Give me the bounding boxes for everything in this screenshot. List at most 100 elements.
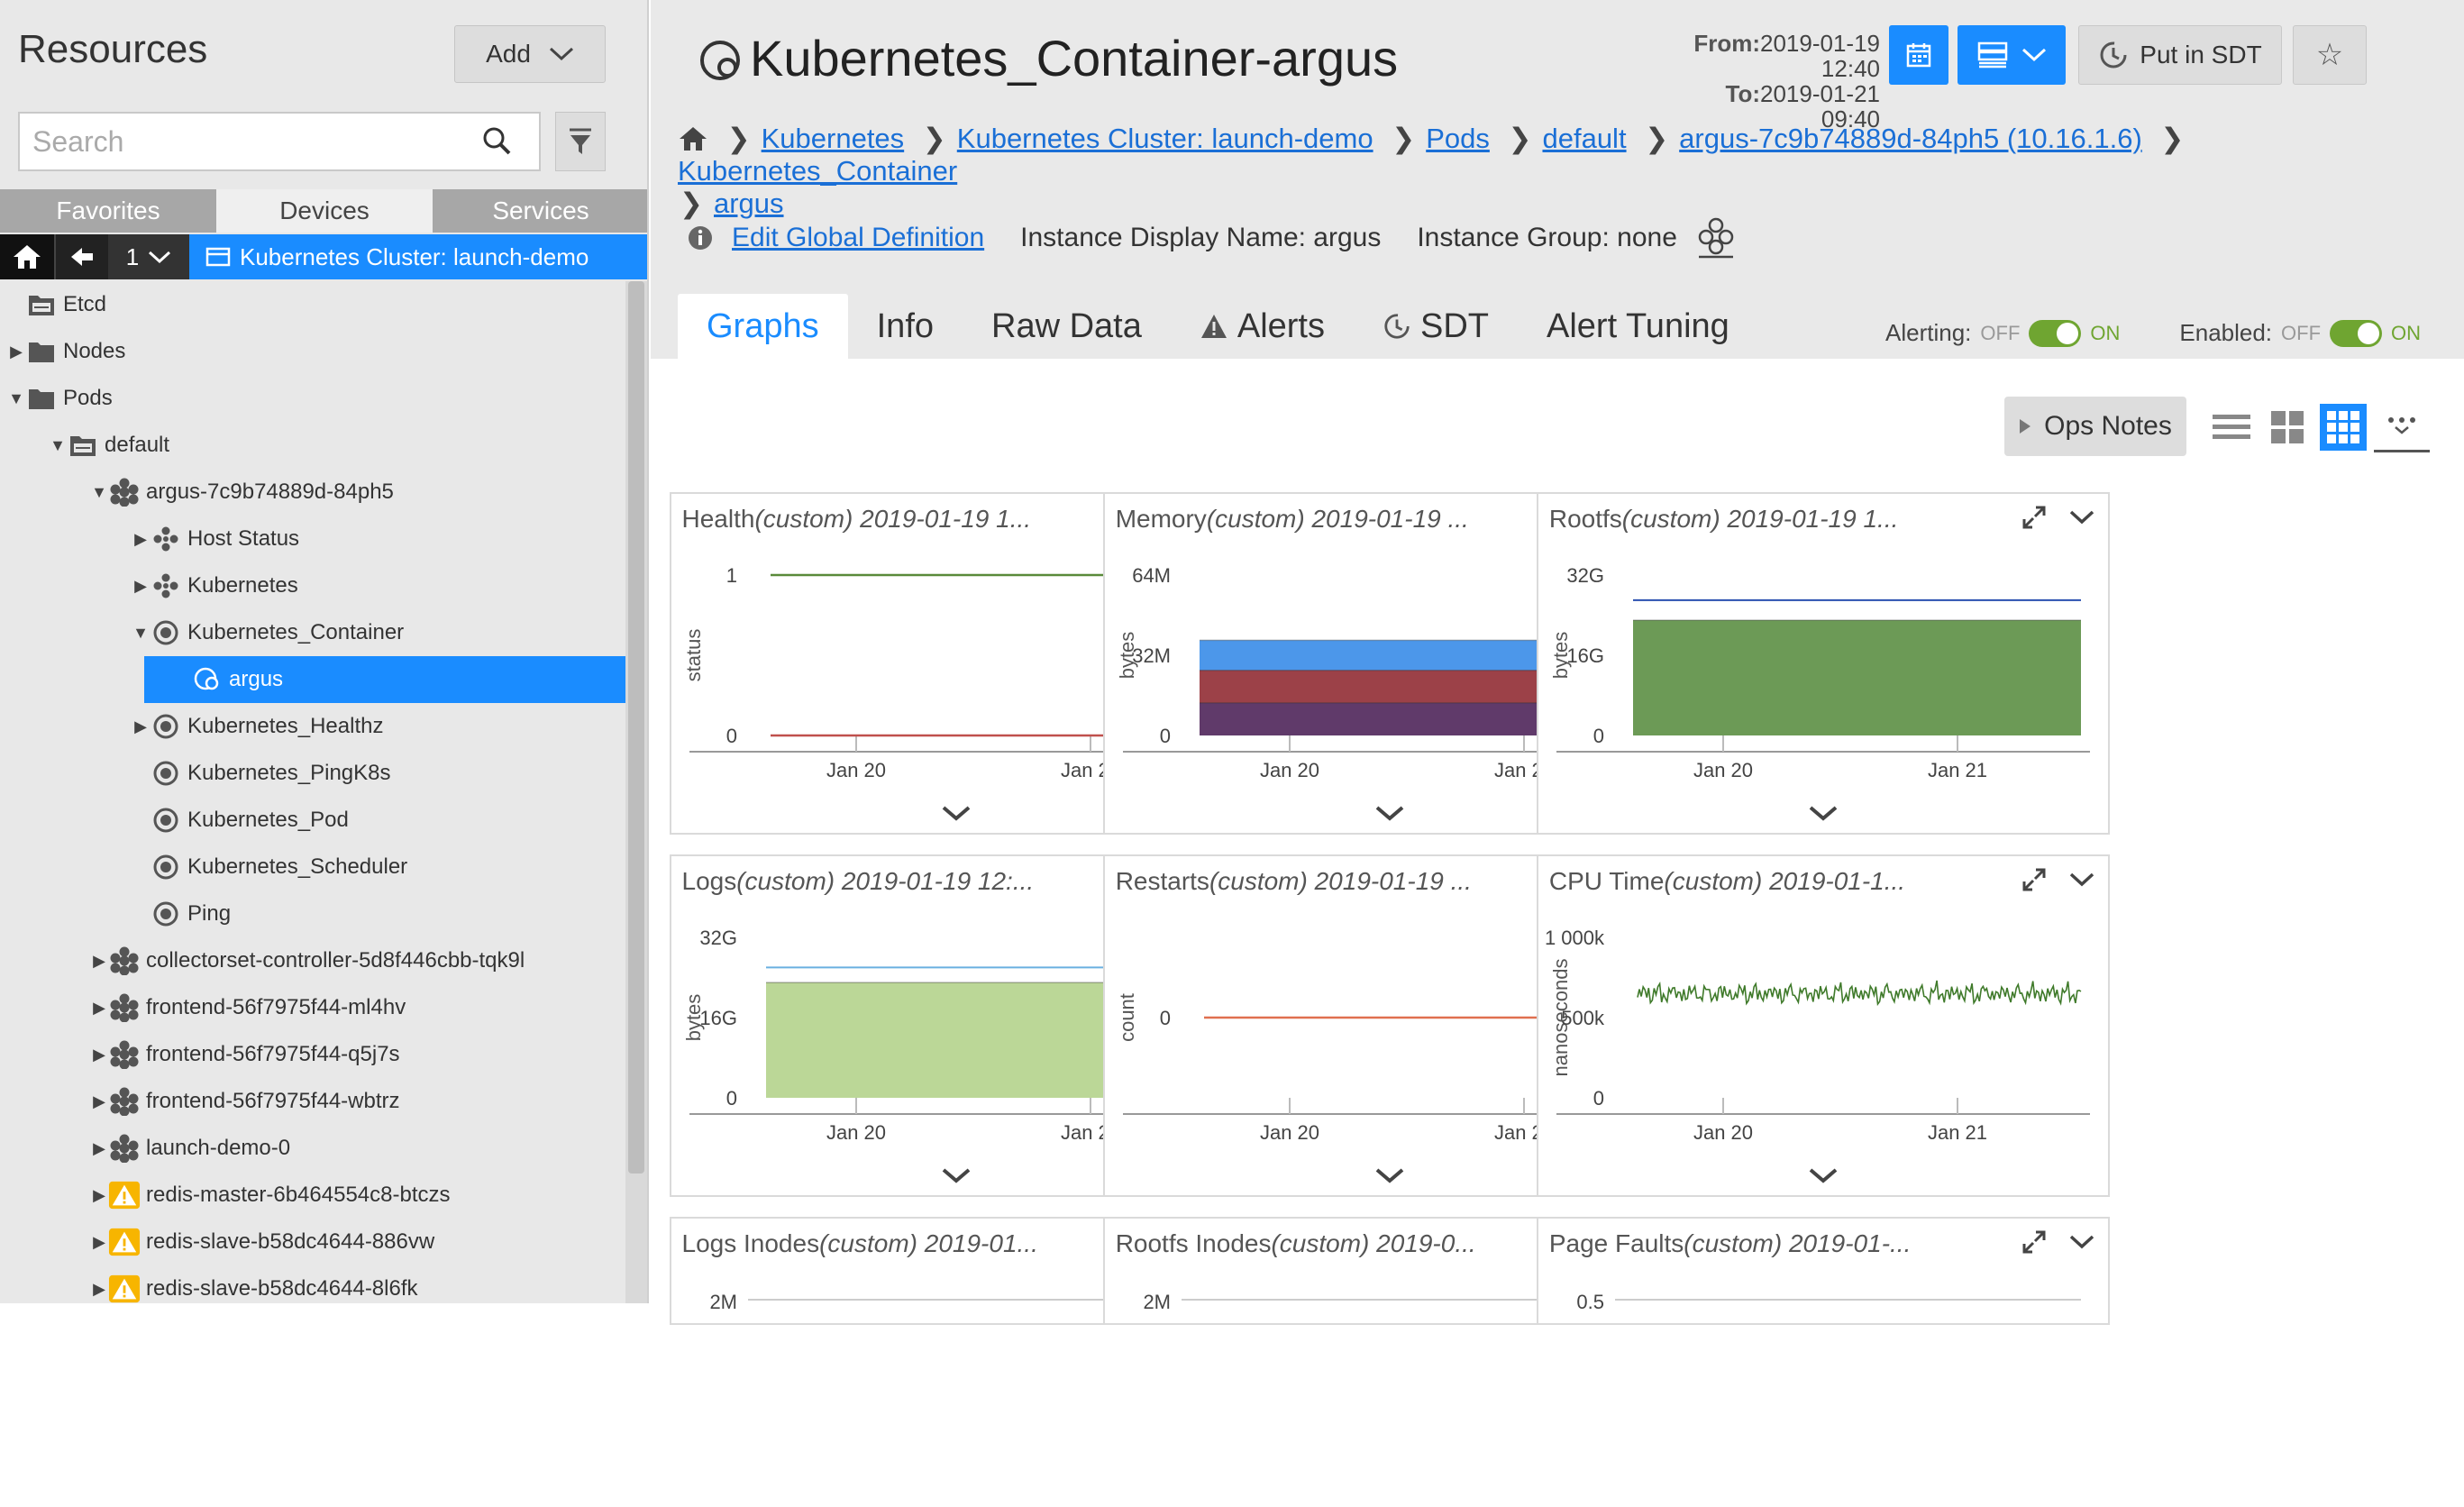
tree-node[interactable]: ▶ launch-demo-0	[0, 1125, 625, 1172]
graph-title-suffix: (custom) 2019-01...	[819, 1229, 1038, 1257]
search-input[interactable]	[20, 114, 479, 169]
tree-node[interactable]: argus	[144, 656, 625, 703]
breadcrumb-datasource[interactable]: Kubernetes_Container	[678, 155, 957, 187]
tab-graphs[interactable]: Graphs	[678, 294, 848, 359]
calendar-button[interactable]	[1889, 25, 1948, 85]
search-icon[interactable]	[479, 123, 516, 160]
caret-right-icon[interactable]: ▶	[132, 516, 150, 562]
instance-group: Instance Group: none	[1417, 223, 1677, 252]
caret-right-icon[interactable]: ▶	[90, 1172, 108, 1219]
tree-node[interactable]: ▼ default	[0, 422, 625, 469]
tree-node[interactable]: ▶ Nodes	[0, 328, 625, 375]
caret-right-icon[interactable]: ▶	[132, 562, 150, 609]
breadcrumb-separator: ❯	[922, 123, 946, 154]
expand-icon[interactable]	[2021, 505, 2047, 530]
y-tick-label: 0	[1593, 725, 1604, 747]
caret-down-icon[interactable]: ▼	[7, 375, 25, 422]
caret-right-icon[interactable]: ▶	[90, 1265, 108, 1303]
level-selector[interactable]: 1	[108, 234, 189, 279]
caret-right-icon[interactable]: ▶	[7, 328, 25, 375]
tab-sdt[interactable]: SDT	[1354, 294, 1518, 359]
put-in-sdt-button[interactable]: Put in SDT	[2078, 25, 2282, 85]
graph-legend-toggle[interactable]	[1538, 1166, 2108, 1184]
breadcrumb-cluster[interactable]: Kubernetes Cluster: launch-demo	[957, 123, 1373, 154]
add-button[interactable]: Add	[454, 25, 606, 83]
ops-notes-button[interactable]: Ops Notes	[2004, 397, 2186, 456]
caret-right-icon[interactable]: ▶	[132, 703, 150, 750]
edit-global-definition-link[interactable]: Edit Global Definition	[732, 223, 984, 253]
tree-node[interactable]: Kubernetes_PingK8s	[0, 750, 625, 797]
tree-node[interactable]: ▼ Pods	[0, 375, 625, 422]
tab-alert-tuning[interactable]: Alert Tuning	[1518, 294, 1758, 359]
y-tick-label: 0	[726, 1087, 736, 1110]
tree-node[interactable]: ▶ redis-master-6b464554c8-btczs	[0, 1172, 625, 1219]
filter-button[interactable]	[555, 112, 606, 171]
tree-node[interactable]: ▼ Kubernetes_Container	[0, 609, 625, 656]
chevron-down-icon[interactable]	[2068, 508, 2095, 526]
tab-devices[interactable]: Devices	[216, 189, 433, 233]
tree-node[interactable]: ▶ redis-slave-b58dc4644-886vw	[0, 1219, 625, 1265]
tree-node[interactable]: ▶ frontend-56f7975f44-wbtrz	[0, 1078, 625, 1125]
warning-icon	[108, 1274, 141, 1303]
instance-tabs: Graphs Info Raw Data Alerts SDT Alert Tu…	[678, 294, 1758, 359]
tree-node[interactable]: ▶ frontend-56f7975f44-ml4hv	[0, 984, 625, 1031]
instance-group-icon[interactable]	[1693, 215, 1738, 260]
tree-node[interactable]: ▶ Kubernetes_Healthz	[0, 703, 625, 750]
tree-node[interactable]: ▶ frontend-56f7975f44-q5j7s	[0, 1031, 625, 1078]
breadcrumb-kubernetes[interactable]: Kubernetes	[762, 123, 905, 154]
tree-node[interactable]: ▼ argus-7c9b74889d-84ph5	[0, 469, 625, 516]
caret-right-icon[interactable]: ▶	[90, 1125, 108, 1172]
breadcrumb-default[interactable]: default	[1542, 123, 1626, 154]
caret-right-icon[interactable]: ▶	[90, 984, 108, 1031]
current-group-path[interactable]: Kubernetes Cluster: launch-demo	[189, 234, 589, 279]
search-box	[18, 112, 541, 171]
chevron-down-icon[interactable]	[2068, 871, 2095, 889]
back-button[interactable]	[54, 234, 108, 279]
caret-down-icon[interactable]: ▼	[90, 469, 108, 516]
tab-graphs-label: Graphs	[707, 306, 819, 345]
tab-favorites[interactable]: Favorites	[0, 189, 216, 233]
tree-node[interactable]: Ping	[0, 890, 625, 937]
tree-node[interactable]: Kubernetes_Scheduler	[0, 844, 625, 890]
graph-legend-toggle[interactable]	[1538, 804, 2108, 822]
alerting-toggle[interactable]	[2029, 319, 2082, 347]
expand-icon[interactable]	[2021, 1229, 2047, 1255]
chevron-down-icon[interactable]	[2068, 1233, 2095, 1251]
caret-right-icon[interactable]: ▶	[90, 1219, 108, 1265]
x-tick-label: Jan 20	[826, 759, 885, 781]
from-value: 2019-01-19 12:40	[1760, 30, 1880, 82]
tab-raw-data[interactable]: Raw Data	[963, 294, 1171, 359]
enabled-toggle[interactable]	[2330, 319, 2383, 347]
grid-2-layout-button[interactable]	[2264, 404, 2311, 451]
tab-alerts[interactable]: Alerts	[1171, 294, 1354, 359]
caret-right-icon[interactable]: ▶	[90, 937, 108, 984]
favorite-button[interactable]: ☆	[2293, 25, 2367, 85]
x-tick-label: Jan 20	[1260, 759, 1319, 781]
tab-services[interactable]: Services	[433, 189, 647, 233]
grid-3-icon	[2327, 411, 2359, 443]
sidebar-scrollbar-thumb[interactable]	[628, 281, 644, 1174]
breadcrumb-pods[interactable]: Pods	[1426, 123, 1490, 154]
home-button[interactable]	[0, 234, 54, 279]
breadcrumb-instance[interactable]: argus	[714, 187, 784, 219]
breadcrumb-pod[interactable]: argus-7c9b74889d-84ph5 (10.16.1.6)	[1679, 123, 2142, 154]
caret-down-icon[interactable]: ▼	[49, 422, 67, 469]
tree-node[interactable]: Etcd	[0, 281, 625, 328]
tab-info[interactable]: Info	[848, 294, 963, 359]
tree-node[interactable]: ▶ Host Status	[0, 516, 625, 562]
expand-icon[interactable]	[2021, 867, 2047, 892]
device-view-menu-button[interactable]	[1958, 25, 2066, 85]
list-layout-button[interactable]	[2208, 404, 2255, 451]
tree-node[interactable]: ▶ Kubernetes	[0, 562, 625, 609]
home-icon[interactable]	[678, 125, 708, 152]
caret-right-icon[interactable]: ▶	[90, 1031, 108, 1078]
graph-title-name: Logs Inodes	[681, 1229, 820, 1257]
calendar-icon	[1906, 43, 1931, 68]
caret-right-icon[interactable]: ▶	[90, 1078, 108, 1125]
caret-down-icon[interactable]: ▼	[132, 609, 150, 656]
more-options-button[interactable]	[2374, 400, 2430, 452]
grid-3-layout-button[interactable]	[2320, 404, 2367, 451]
tree-node[interactable]: ▶ collectorset-controller-5d8f446cbb-tqk9…	[0, 937, 625, 984]
tree-node[interactable]: Kubernetes_Pod	[0, 797, 625, 844]
tree-node[interactable]: ▶ redis-slave-b58dc4644-8l6fk	[0, 1265, 625, 1303]
